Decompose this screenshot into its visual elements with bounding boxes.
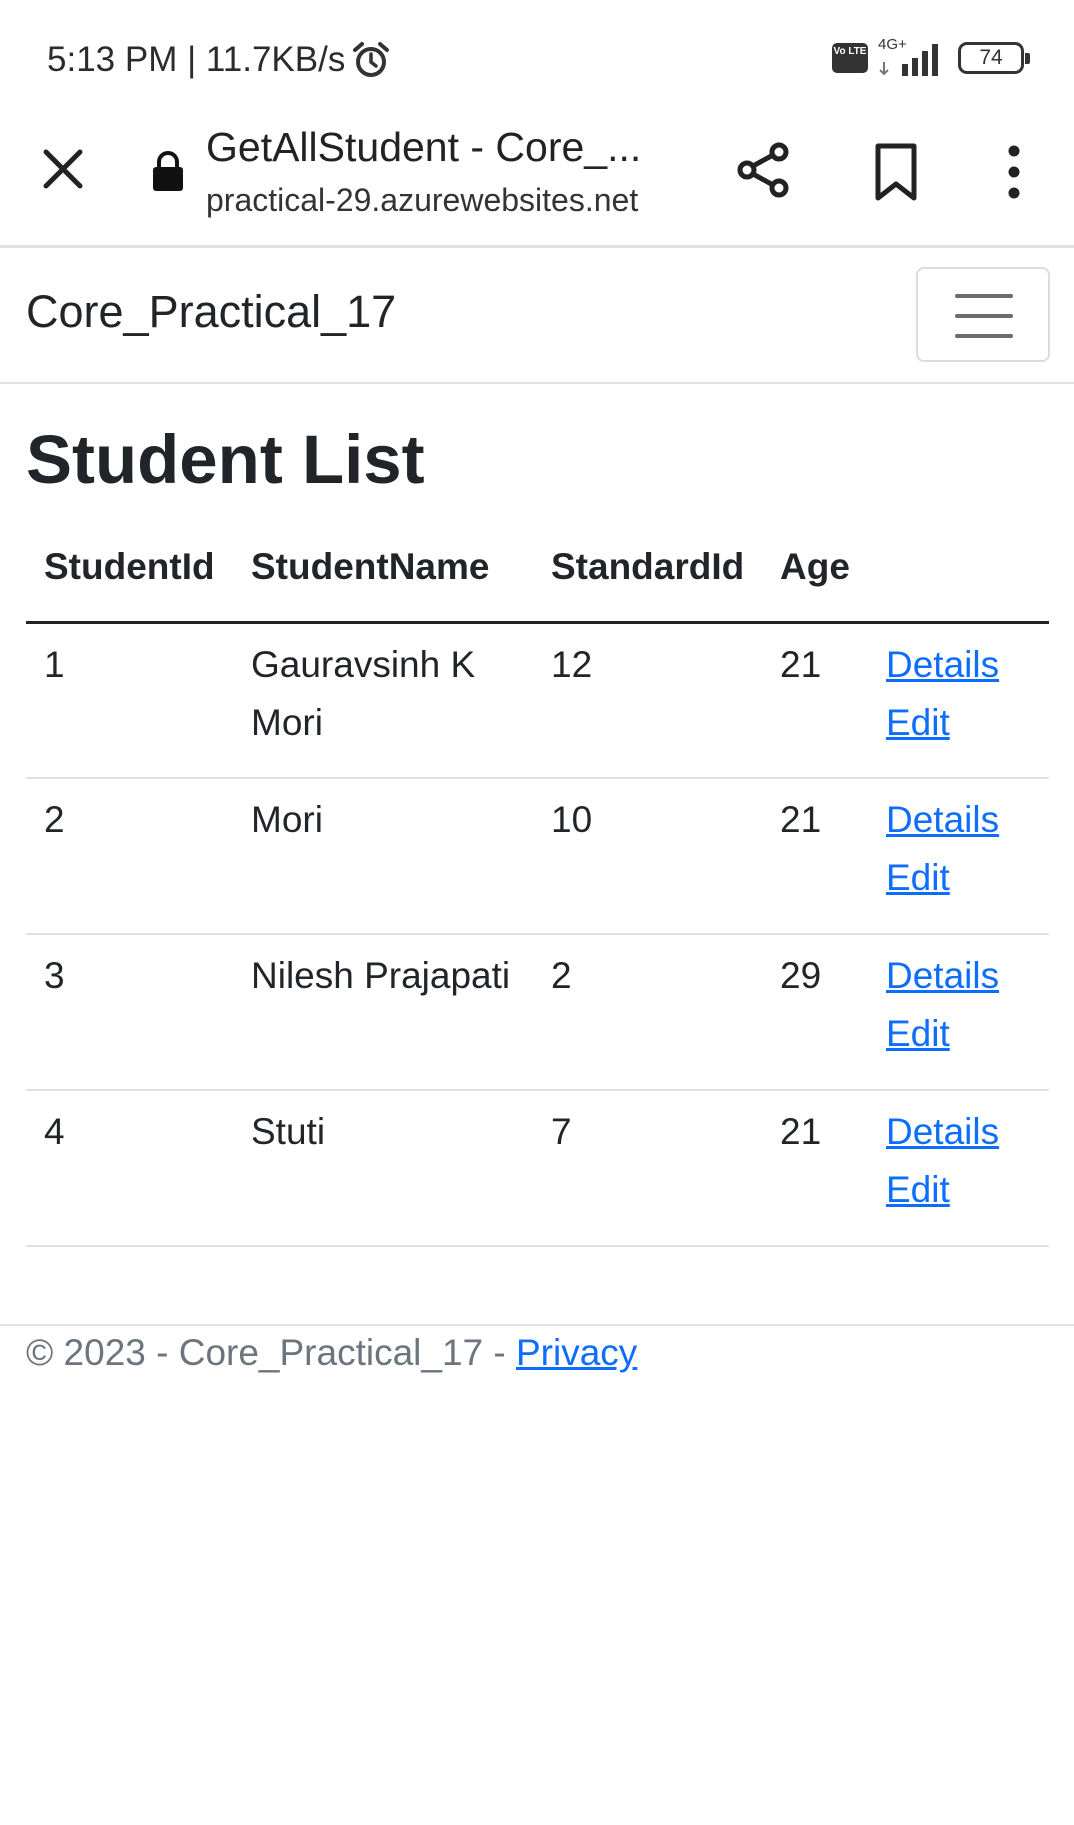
cell-standard-id: 7 [533,1090,762,1247]
details-link[interactable]: Details [886,791,1049,849]
status-right: Vo LTE 4G+ 74 [832,36,1030,76]
status-left: 5:13 PM | 11.7KB/s [47,40,391,80]
column-header-standardid: StandardId [533,540,762,624]
student-table: StudentId StudentName StandardId Age 1 G… [26,540,1049,1247]
footer-text: © 2023 - Core_Practical_17 - Privacy [26,1332,637,1374]
lock-icon[interactable] [150,150,186,192]
browser-url[interactable]: practical-29.azurewebsites.net [206,182,638,219]
bookmark-icon[interactable] [872,142,920,202]
share-icon[interactable] [734,140,794,200]
table-header-row: StudentId StudentName StandardId Age [26,540,1049,624]
cell-student-id: 2 [26,778,233,935]
cell-student-id: 3 [26,934,233,1091]
status-bar: 5:13 PM | 11.7KB/s Vo LTE 4G+ 74 [0,0,1074,120]
details-link[interactable]: Details [886,636,1049,694]
cell-student-name: Mori [233,778,533,935]
column-header-age: Age [762,540,868,624]
status-time: 5:13 PM | 11.7KB/s [47,40,346,79]
edit-link[interactable]: Edit [886,849,1049,907]
footer-copyright: © 2023 - Core_Practical_17 - [26,1332,516,1373]
table-row: 4 Stuti 7 21 Details Edit [26,1090,1049,1247]
details-link[interactable]: Details [886,1103,1049,1161]
page-heading: Student List [26,421,425,498]
cell-standard-id: 10 [533,778,762,935]
cell-age: 21 [762,1090,868,1247]
details-link[interactable]: Details [886,947,1049,1005]
cell-student-id: 4 [26,1090,233,1247]
navbar-brand[interactable]: Core_Practical_17 [26,286,396,338]
cell-student-name: Stuti [233,1090,533,1247]
hamburger-line [955,294,1013,298]
column-header-studentid: StudentId [26,540,233,624]
table-row: 2 Mori 10 21 Details Edit [26,778,1049,935]
edit-link[interactable]: Edit [886,1161,1049,1219]
battery-icon: 74 [958,42,1030,74]
signal-strength-icon: 4G+ [878,36,948,76]
cell-standard-id: 12 [533,622,762,779]
navbar-toggler-button[interactable] [916,267,1050,362]
table-row: 3 Nilesh Prajapati 2 29 Details Edit [26,934,1049,1091]
hamburger-line [955,314,1013,318]
cell-standard-id: 2 [533,934,762,1091]
edit-link[interactable]: Edit [886,1005,1049,1063]
hamburger-line [955,334,1013,338]
more-options-icon[interactable] [998,144,1030,200]
volte-icon: Vo LTE [832,43,868,73]
column-header-actions [868,540,1049,624]
alarm-clock-icon [353,42,390,77]
cell-actions: Details Edit [868,934,1049,1091]
edit-link[interactable]: Edit [886,694,1049,752]
cell-actions: Details Edit [868,622,1049,779]
table-row: 1 Gauravsinh K Mori 12 21 Details Edit [26,622,1049,779]
cell-actions: Details Edit [868,778,1049,935]
cell-age: 29 [762,934,868,1091]
cell-age: 21 [762,622,868,779]
column-header-studentname: StudentName [233,540,533,624]
cell-actions: Details Edit [868,1090,1049,1247]
cell-student-name: Gauravsinh K Mori [233,622,533,779]
cell-age: 21 [762,778,868,935]
close-icon[interactable] [36,142,90,196]
cell-student-name: Nilesh Prajapati [233,934,533,1091]
privacy-link[interactable]: Privacy [516,1332,637,1373]
cell-student-id: 1 [26,622,233,779]
browser-page-title[interactable]: GetAllStudent - Core_... [206,124,666,171]
